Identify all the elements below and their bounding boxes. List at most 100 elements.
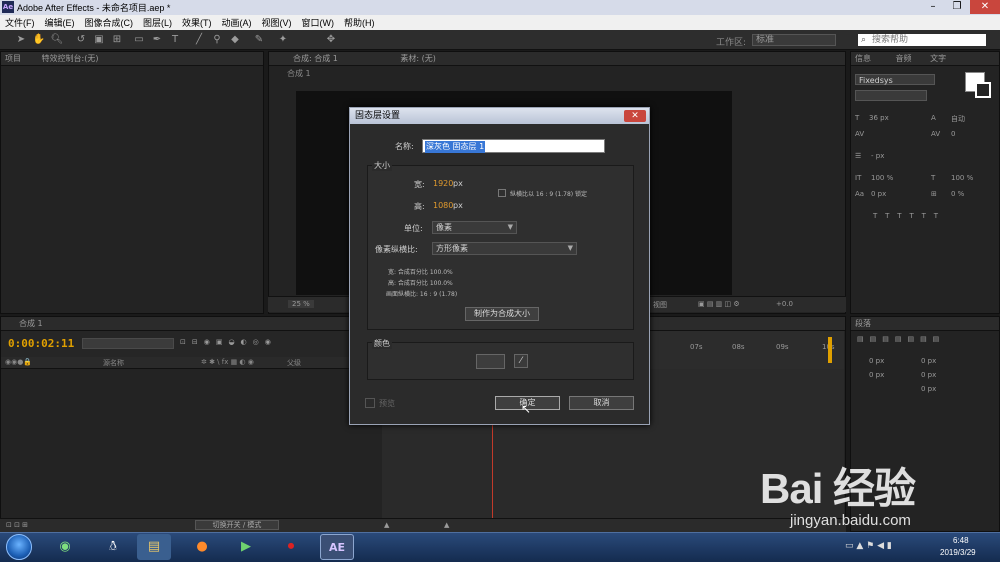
clock-date[interactable]: 2019/3/29 (940, 548, 976, 557)
solid-color-swatch[interactable] (476, 354, 505, 369)
lock-aspect-checkbox[interactable] (498, 189, 506, 197)
browser-360-icon[interactable]: ◉ (48, 534, 82, 560)
clock-time[interactable]: 6:48 (953, 536, 969, 545)
menu-file[interactable]: 文件(F) (0, 15, 40, 30)
tab-text[interactable]: 文字 (930, 54, 946, 63)
work-area-end-marker[interactable] (828, 337, 832, 363)
tracking-value[interactable]: 0 (951, 130, 955, 138)
paragraph-align-buttons[interactable]: ▤▤▤▤▤▤▤ (857, 335, 945, 343)
viewer-icons[interactable]: ▣ ▤ ▥ ◫ ⚙ (698, 300, 740, 308)
font-family-dropdown[interactable]: Fixedsys (855, 74, 935, 85)
zoom-out-icon[interactable]: ▲ (384, 521, 389, 529)
timeline-search-input[interactable] (82, 338, 174, 349)
brush-tool-icon[interactable]: ╱ (192, 33, 206, 47)
firefox-icon[interactable]: ● (185, 534, 219, 560)
close-button[interactable]: ✕ (970, 0, 1000, 14)
zoom-dropdown[interactable]: 25 % (288, 300, 314, 308)
footer-toggle-icons[interactable]: ⊡ ⊡ ⊞ (6, 521, 28, 529)
mask-tool-icon[interactable]: ▭ (132, 33, 146, 47)
tab-paragraph[interactable]: 段落 (855, 319, 871, 328)
width-value[interactable]: 1920 (433, 179, 453, 188)
left-panel-tabs: 项目 特效控制台:(无) (1, 52, 263, 66)
menu-layer[interactable]: 图层(L) (138, 15, 177, 30)
clone-tool-icon[interactable]: ⚲ (210, 33, 224, 47)
puppet-tool-icon[interactable]: ✦ (276, 33, 290, 47)
cancel-button[interactable]: 取消 (569, 396, 634, 410)
indent-right-value[interactable]: 0 px (921, 357, 936, 365)
screen-recorder-icon[interactable]: ⏺ (274, 534, 308, 560)
selection-tool-icon[interactable]: ➤ (14, 33, 28, 47)
menu-composition[interactable]: 图像合成(C) (80, 15, 139, 30)
stroke-color-swatch[interactable] (975, 82, 991, 98)
start-button[interactable] (6, 534, 32, 560)
make-comp-size-button[interactable]: 制作为合成大小 (465, 307, 539, 321)
column-parent[interactable]: 父级 (287, 358, 301, 368)
height-unit: px (453, 201, 463, 210)
camera-tool-icon[interactable]: ▣ (92, 33, 106, 47)
menu-help[interactable]: 帮助(H) (339, 15, 380, 30)
axis-mode-icon[interactable]: ✥ (324, 33, 338, 47)
font-size-value[interactable]: 36 px (869, 114, 889, 122)
comp-name-breadcrumb[interactable]: 合成 1 (269, 66, 845, 81)
menu-view[interactable]: 视图(V) (257, 15, 297, 30)
tab-composition[interactable]: 合成: 合成 1 (293, 54, 338, 63)
horizontal-scale-value[interactable]: 100 % (951, 174, 973, 182)
text-style-buttons[interactable]: TTTTTT (873, 212, 946, 220)
view-dropdown[interactable]: 视图 (653, 300, 667, 310)
preview-checkbox[interactable] (365, 398, 375, 408)
playhead-line[interactable] (492, 420, 493, 518)
file-explorer-icon[interactable]: ▤ (137, 534, 171, 560)
restore-button[interactable]: ❐ (946, 0, 968, 14)
tab-info[interactable]: 信息 (855, 54, 871, 63)
tab-effect-controls[interactable]: 特效控制台:(无) (42, 54, 99, 63)
leading-value[interactable]: 自动 (951, 114, 965, 124)
pan-behind-tool-icon[interactable]: ⊞ (110, 33, 124, 47)
media-player-icon[interactable]: ▶ (229, 534, 263, 560)
baseline-shift-icon: Aa (855, 190, 865, 198)
workspace-dropdown[interactable]: 标准 (752, 34, 836, 46)
search-help-input[interactable]: ⌕ 搜索帮助 (858, 34, 986, 46)
units-value: 像素 (436, 223, 452, 232)
tab-timeline-comp[interactable]: 合成 1 (19, 319, 43, 328)
tab-audio[interactable]: 音频 (896, 54, 912, 63)
timeline-switch-icons[interactable]: ⊡⊟◉▣◒◐◎◉ (180, 338, 277, 346)
rotate-tool-icon[interactable]: ↺ (74, 33, 88, 47)
menu-edit[interactable]: 编辑(E) (40, 15, 80, 30)
zoom-tool-icon[interactable]: 🔍︎ (50, 33, 64, 47)
font-style-dropdown[interactable] (855, 90, 927, 101)
tray-icons[interactable]: ▭ ▲ ⚑ ◀ ▮ (845, 541, 892, 551)
tab-footage[interactable]: 素材: (无) (400, 54, 435, 63)
zoom-in-icon[interactable]: ▲ (444, 521, 449, 529)
text-tool-icon[interactable]: T (168, 33, 182, 47)
stroke-width-value[interactable]: - px (871, 152, 884, 160)
hand-tool-icon[interactable]: ✋ (32, 33, 46, 47)
pixel-aspect-dropdown[interactable]: 方形像素 ▼ (432, 242, 577, 255)
menu-window[interactable]: 窗口(W) (297, 15, 340, 30)
menu-effect[interactable]: 效果(T) (177, 15, 217, 30)
tab-project[interactable]: 项目 (5, 54, 21, 63)
pen-tool-icon[interactable]: ✒ (150, 33, 164, 47)
exposure-value[interactable]: +0.0 (776, 300, 793, 308)
qq-icon[interactable]: 🐧︎ (96, 534, 130, 560)
column-source-name[interactable]: 源名称 (103, 358, 124, 368)
vertical-scale-value[interactable]: 100 % (871, 174, 893, 182)
after-effects-taskbar-button[interactable]: AE (320, 534, 354, 560)
toggle-switches-modes-button[interactable]: 切换开关 / 模式 (195, 520, 279, 530)
units-dropdown[interactable]: 像素 ▼ (432, 221, 517, 234)
space-before-value[interactable]: 0 px (921, 371, 936, 379)
current-timecode[interactable]: 0:00:02:11 (8, 337, 74, 350)
baseline-shift-value[interactable]: 0 px (871, 190, 886, 198)
menu-animation[interactable]: 动画(A) (217, 15, 257, 30)
indent-first-value[interactable]: 0 px (869, 371, 884, 379)
solid-name-input[interactable]: 深灰色 固态层 1 (422, 139, 605, 153)
eraser-tool-icon[interactable]: ◆ (228, 33, 242, 47)
eyedropper-icon[interactable]: ⁄ (514, 354, 528, 368)
space-after-value[interactable]: 0 px (921, 385, 936, 393)
indent-left-value[interactable]: 0 px (869, 357, 884, 365)
minimize-button[interactable]: – (922, 0, 944, 14)
av-switch-icons: ◉◉●🔒 (5, 358, 33, 366)
dialog-close-button[interactable]: ✕ (624, 110, 646, 122)
tsume-value[interactable]: 0 % (951, 190, 964, 198)
roto-tool-icon[interactable]: ✎ (252, 33, 266, 47)
height-value[interactable]: 1080 (433, 201, 453, 210)
